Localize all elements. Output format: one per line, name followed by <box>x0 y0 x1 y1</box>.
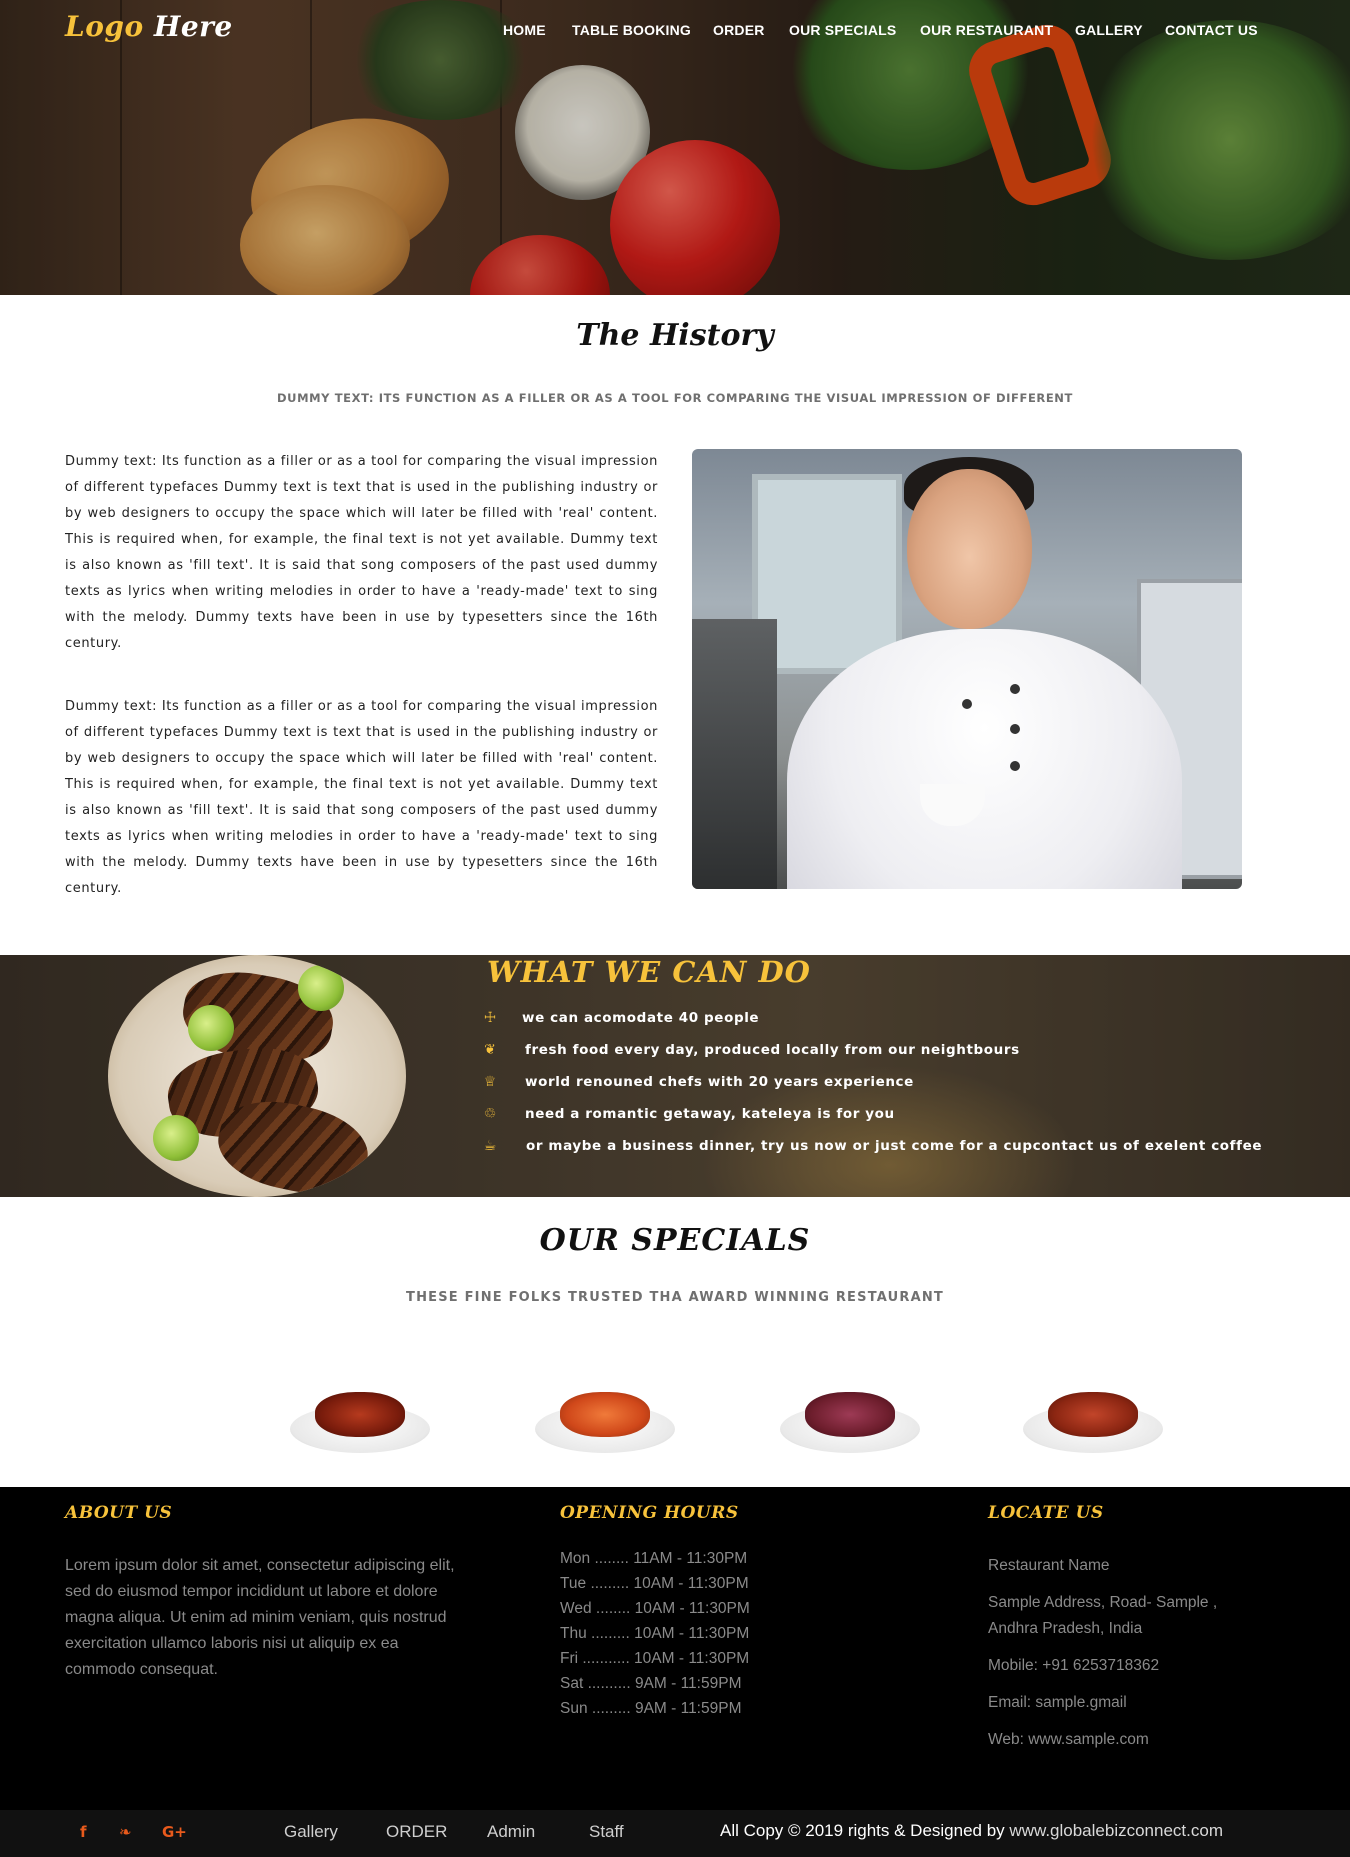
hours-line-tue: Tue ......... 10AM - 11:30PM <box>560 1575 749 1592</box>
chef-photo <box>692 449 1242 889</box>
history-paragraph-2: Dummy text: Its function as a filler or … <box>65 699 658 896</box>
opening-hours-title: OPENING HOURS <box>560 1503 739 1523</box>
nav-order[interactable]: ORDER <box>713 22 765 38</box>
grilled-meat-plate-image <box>108 955 406 1197</box>
hours-line-thu: Thu ......... 10AM - 11:30PM <box>560 1625 750 1642</box>
designer-site-link[interactable]: www.globalebizconnect.com <box>1009 1821 1223 1840</box>
leaf-icon: ❦ <box>484 1042 496 1058</box>
hours-line-fri: Fri ........... 10AM - 11:30PM <box>560 1650 750 1667</box>
coffee-icon: ☕ <box>483 1138 497 1154</box>
twitter-icon[interactable]: ❧ <box>119 1823 132 1841</box>
restaurant-address: Sample Address, Road- Sample , Andhra Pr… <box>988 1594 1218 1637</box>
nav-home[interactable]: HOME <box>503 22 546 38</box>
restaurant-mobile[interactable]: Mobile: +91 6253718362 <box>988 1653 1248 1679</box>
cutlery-icon: ☩ <box>483 1010 497 1026</box>
hours-line-wed: Wed ........ 10AM - 11:30PM <box>560 1600 750 1617</box>
history-subtitle: DUMMY TEXT: ITS FUNCTION AS A FILLER OR … <box>277 391 1073 405</box>
special-dish-3[interactable] <box>765 1370 935 1460</box>
footer-link-staff[interactable]: Staff <box>589 1822 624 1842</box>
restaurant-name: Restaurant Name <box>988 1557 1110 1574</box>
locate-us-title: LOCATE US <box>988 1503 1104 1523</box>
restaurant-web[interactable]: Web: www.sample.com <box>988 1727 1248 1753</box>
specials-subtitle: THESE FINE FOLKS TRUSTED THA AWARD WINNI… <box>406 1290 944 1305</box>
copyright-prefix: All Copy © 2019 rights & Designed by <box>720 1821 1005 1840</box>
about-us-title: ABOUT US <box>65 1503 173 1523</box>
main-nav: HOME TABLE BOOKING ORDER OUR SPECIALS OU… <box>0 22 1350 46</box>
nav-table-booking[interactable]: TABLE BOOKING <box>572 22 691 38</box>
footer-link-admin[interactable]: Admin <box>487 1822 535 1842</box>
footer-link-order[interactable]: ORDER <box>386 1822 447 1842</box>
specials-title: OUR SPECIALS <box>539 1223 811 1258</box>
facebook-icon[interactable]: f <box>80 1823 87 1841</box>
history-paragraph-1: Dummy text: Its function as a filler or … <box>65 454 658 651</box>
special-dish-4[interactable] <box>1008 1370 1178 1460</box>
what-we-can-do-title: WHAT WE CAN DO <box>487 955 811 989</box>
hours-line-mon: Mon ........ 11AM - 11:30PM <box>560 1550 748 1567</box>
hours-line-sun: Sun ......... 9AM - 11:59PM <box>560 1700 742 1717</box>
nav-our-specials[interactable]: OUR SPECIALS <box>789 22 896 38</box>
glass-icon: ♲ <box>483 1106 497 1122</box>
nav-gallery[interactable]: GALLERY <box>1075 22 1143 38</box>
hours-line-sat: Sat .......... 9AM - 11:59PM <box>560 1675 742 1692</box>
history-title: The History <box>576 318 774 353</box>
nav-our-restaurant[interactable]: OUR RESTAURANT <box>920 22 1053 38</box>
nav-contact-us[interactable]: CONTACT US <box>1165 22 1258 38</box>
google-plus-icon[interactable]: G+ <box>162 1823 187 1841</box>
restaurant-email[interactable]: Email: sample.gmail <box>988 1690 1248 1716</box>
copyright-text: All Copy © 2019 rights & Designed by www… <box>720 1821 1223 1841</box>
footer-link-gallery[interactable]: Gallery <box>284 1822 338 1842</box>
trophy-icon: ♕ <box>483 1074 497 1090</box>
special-dish-2[interactable] <box>520 1370 690 1460</box>
about-us-text: Lorem ipsum dolor sit amet, consectetur … <box>65 1557 455 1678</box>
special-dish-1[interactable] <box>275 1370 445 1460</box>
